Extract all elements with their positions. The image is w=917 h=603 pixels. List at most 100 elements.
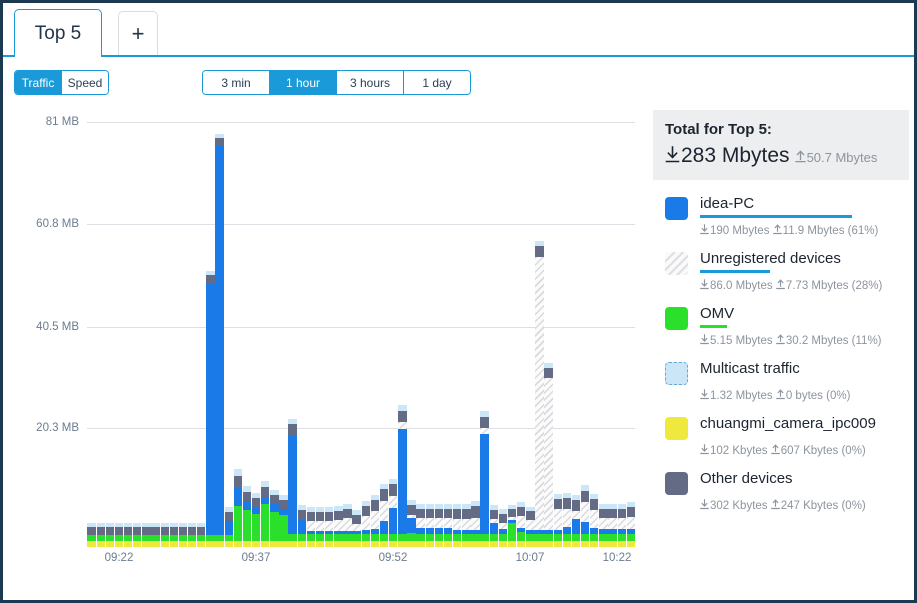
tab-top-5[interactable]: Top 5 [14, 9, 102, 57]
chart-bar[interactable] [197, 522, 206, 547]
chart-bar[interactable] [489, 505, 498, 547]
chart-bar[interactable] [535, 240, 544, 547]
chart-bar[interactable] [425, 503, 434, 547]
bar-segment-slate [279, 500, 288, 509]
chart-bar[interactable] [599, 503, 608, 547]
legend-row[interactable]: Other devices 302 Kbytes 247 Kbytes (0%) [653, 463, 909, 518]
chart-bar[interactable] [315, 506, 325, 547]
bar-segment-yellow [224, 541, 233, 547]
chart-bar[interactable] [507, 504, 517, 547]
chart-bar[interactable] [361, 501, 370, 547]
chart-bar[interactable] [215, 133, 224, 547]
chart-bar[interactable] [407, 499, 416, 547]
chart-bar[interactable] [352, 510, 361, 547]
legend-row[interactable]: OMV 5.15 Mbytes 30.2 Mbytes (11%) [653, 298, 909, 353]
chart-bar[interactable] [608, 503, 617, 547]
chart-bar[interactable] [462, 504, 471, 547]
chart-bar[interactable] [389, 478, 398, 547]
plot-area[interactable] [87, 102, 636, 547]
chart-bar[interactable] [416, 503, 425, 547]
chart-bar[interactable] [590, 494, 599, 547]
chart-bar[interactable] [498, 509, 508, 547]
chart-bar[interactable] [562, 493, 572, 547]
range-option-3-hours[interactable]: 3 hours [337, 71, 404, 94]
bar-segment-yellow [334, 541, 343, 547]
legend-row[interactable]: Unregistered devices 86.0 Mbytes 7.73 Mby… [653, 243, 909, 298]
chart-bar[interactable] [169, 522, 179, 547]
bar-segment-slate [526, 511, 535, 520]
chart-bar[interactable] [270, 489, 279, 547]
bar-segment-blue [571, 518, 581, 534]
bar-segment-green [361, 534, 370, 542]
metric-option-traffic[interactable]: Traffic [15, 71, 62, 94]
chart-bar[interactable] [133, 522, 142, 547]
chart-bar[interactable] [325, 506, 334, 547]
bar-segment-blue [398, 429, 407, 535]
legend-row[interactable]: Multicast traffic 1.32 Mbytes 0 bytes (0%… [653, 353, 909, 408]
download-arrow-icon [700, 499, 709, 510]
bar-segment-yellow [233, 541, 242, 547]
chart-bar[interactable] [517, 501, 526, 547]
chart-bar[interactable] [553, 494, 562, 547]
bar-segment-yellow [443, 541, 453, 547]
chart-bar[interactable] [279, 495, 288, 547]
legend-device-name: chuangmi_camera_ipc009 [700, 415, 876, 432]
chart-bar[interactable] [379, 483, 389, 547]
chart-bar[interactable] [334, 505, 343, 547]
chart-bar[interactable] [343, 503, 352, 547]
range-option-1-hour[interactable]: 1 hour [270, 71, 337, 94]
bar-segment-yellow [169, 541, 179, 547]
metric-option-speed[interactable]: Speed [62, 71, 108, 94]
chart-bar[interactable] [617, 503, 626, 547]
chart-bar[interactable] [96, 522, 105, 547]
chart-bar[interactable] [251, 493, 261, 547]
chart-bar[interactable] [453, 503, 462, 547]
chart-bar[interactable] [87, 522, 96, 547]
legend-row[interactable]: chuangmi_camera_ipc009 102 Kbytes 607 Kby… [653, 408, 909, 463]
bar-segment-yellow [590, 541, 599, 547]
legend-share-bar-fill [700, 270, 770, 273]
chart-bar[interactable] [370, 494, 380, 547]
legend-row[interactable]: idea-PC 190 Mbytes 11.9 Mbytes (61%) [653, 188, 909, 243]
chart-bar[interactable] [480, 411, 489, 547]
bar-segment-hatch [334, 519, 343, 532]
range-option-3-min[interactable]: 3 min [203, 71, 270, 94]
chart-bar[interactable] [178, 522, 188, 547]
add-tab-button[interactable]: + [118, 11, 158, 55]
chart-bar[interactable] [242, 485, 252, 547]
chart-bar[interactable] [187, 522, 197, 547]
chart-bar[interactable] [443, 503, 453, 547]
y-axis-tick-label: 40.5 MB [36, 320, 79, 333]
range-option-1-day[interactable]: 1 day [404, 71, 470, 94]
chart-bar[interactable] [434, 503, 444, 547]
bar-segment-slate [489, 510, 498, 520]
chart-bar[interactable] [142, 522, 151, 547]
chart-bar[interactable] [398, 405, 407, 547]
bar-segment-slate [325, 511, 334, 521]
bar-segment-green [617, 533, 626, 542]
chart-bar[interactable] [571, 495, 581, 547]
chart-bar[interactable] [224, 507, 233, 547]
bar-segment-green [233, 506, 242, 542]
chart-bar[interactable] [114, 522, 124, 547]
chart-bar[interactable] [105, 522, 115, 547]
bar-segment-yellow [270, 541, 279, 547]
chart-bar[interactable] [471, 500, 480, 547]
chart-bar[interactable] [160, 522, 169, 547]
chart-bar[interactable] [288, 419, 297, 547]
chart-bar[interactable] [233, 469, 242, 547]
chart-bar[interactable] [544, 363, 553, 547]
chart-bar[interactable] [123, 522, 133, 547]
chart-bar[interactable] [261, 481, 270, 547]
chart-bar[interactable] [306, 506, 316, 547]
chart-bar[interactable] [206, 270, 215, 547]
bar-segment-yellow [343, 541, 352, 547]
bar-segment-green [571, 533, 581, 542]
chart-bar[interactable] [626, 501, 636, 547]
chart-bar[interactable] [297, 505, 306, 547]
bar-segment-green [334, 534, 343, 542]
chart-bar[interactable] [526, 506, 535, 547]
chart-bar[interactable] [580, 484, 590, 547]
bar-segment-slate [416, 508, 425, 519]
chart-bar[interactable] [151, 522, 160, 547]
